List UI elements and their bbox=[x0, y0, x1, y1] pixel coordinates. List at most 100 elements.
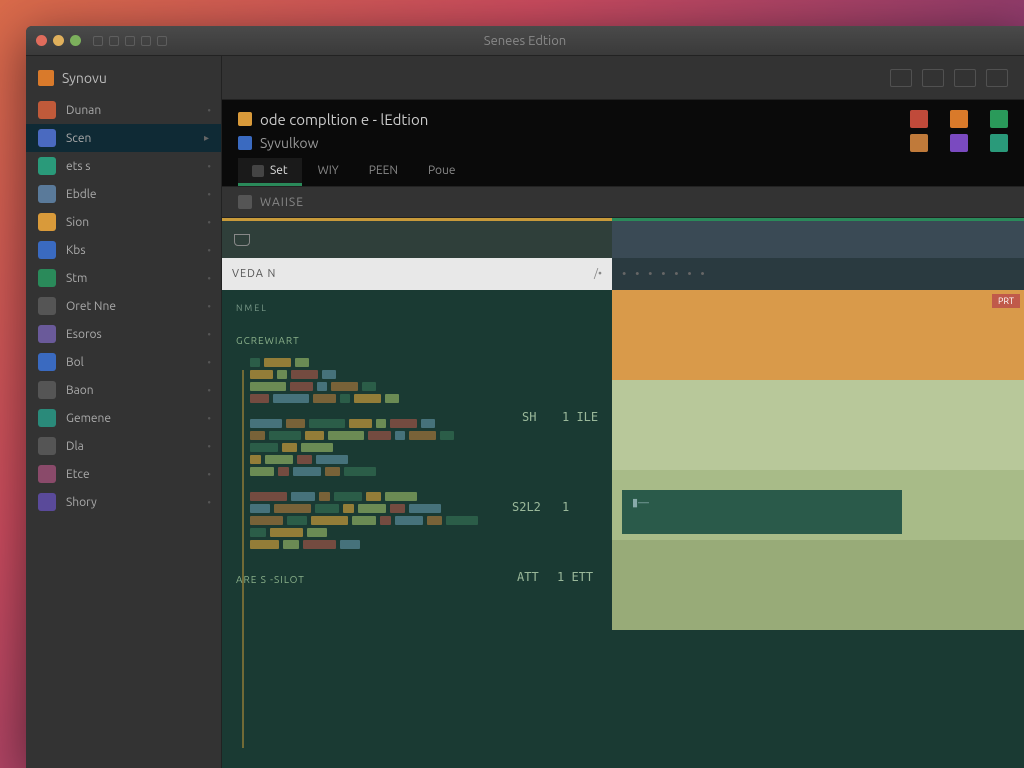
sidebar-item-1[interactable]: Scen ▸ bbox=[26, 124, 221, 152]
sidebar-item-4[interactable]: Sion • bbox=[26, 208, 221, 236]
tab-0[interactable]: Set bbox=[238, 158, 302, 186]
sidebar-glyph: • bbox=[207, 301, 211, 312]
sidebar-glyph: • bbox=[207, 357, 211, 368]
sidebar-label: Stm bbox=[66, 272, 87, 285]
code-line bbox=[250, 443, 598, 452]
brand: Synovu bbox=[26, 64, 221, 96]
cup-icon[interactable] bbox=[234, 234, 250, 246]
window-title: Senees Edtion bbox=[484, 34, 566, 48]
badge-icon-2[interactable] bbox=[950, 110, 968, 128]
sidebar-icon bbox=[38, 101, 56, 119]
sub-header: WAIISE bbox=[222, 187, 1024, 218]
sidebar-item-12[interactable]: Dla • bbox=[26, 432, 221, 460]
code-label-1: NMEL bbox=[236, 300, 598, 317]
preview-body: Fodi horr PRT ▮— SH 1 ILE S2L2 1 AT bbox=[612, 290, 1024, 768]
sidebar-icon bbox=[38, 493, 56, 511]
sidebar-glyph: • bbox=[207, 497, 211, 508]
sidebar-label: Oret Nne bbox=[66, 300, 116, 313]
tab-3[interactable]: Poue bbox=[414, 158, 470, 186]
editor-toolbar bbox=[222, 218, 612, 258]
num-a: SH bbox=[522, 410, 536, 424]
tool-icon-4[interactable] bbox=[986, 69, 1008, 87]
search-input[interactable] bbox=[232, 268, 586, 280]
sidebar-label: Shory bbox=[66, 496, 97, 509]
tab-2[interactable]: PEEN bbox=[355, 158, 412, 186]
code-line bbox=[250, 431, 598, 440]
sidebar-item-9[interactable]: Bol • bbox=[26, 348, 221, 376]
preview-tag: PRT bbox=[992, 294, 1020, 308]
sidebar-icon bbox=[38, 269, 56, 287]
indent-guide bbox=[242, 370, 244, 748]
sidebar-item-11[interactable]: Gemene • bbox=[26, 404, 221, 432]
code-line bbox=[250, 528, 598, 537]
search-chevron-icon[interactable]: /• bbox=[594, 268, 602, 280]
sidebar-icon bbox=[38, 381, 56, 399]
tool-icon-2[interactable] bbox=[922, 69, 944, 87]
tab-icon bbox=[252, 165, 264, 177]
header-icon-1 bbox=[238, 112, 252, 126]
code-line bbox=[250, 504, 598, 513]
sidebar-item-14[interactable]: Shory • bbox=[26, 488, 221, 516]
sidebar-item-5[interactable]: Kbs • bbox=[26, 236, 221, 264]
sidebar-item-7[interactable]: Oret Nne • bbox=[26, 292, 221, 320]
tool-icon-1[interactable] bbox=[890, 69, 912, 87]
sidebar-label: Bol bbox=[66, 356, 84, 369]
sidebar-icon bbox=[38, 213, 56, 231]
titlebar: Senees Edtion bbox=[26, 26, 1024, 56]
traffic-lights bbox=[36, 35, 81, 46]
sidebar: Synovu Dunan • Scen ▸ ets s • Ebdle • bbox=[26, 56, 222, 768]
sidebar-item-8[interactable]: Esoros • bbox=[26, 320, 221, 348]
code-line bbox=[250, 394, 598, 403]
code-line bbox=[250, 358, 598, 367]
preview-dots: • • • • • • • bbox=[622, 268, 708, 281]
sidebar-item-2[interactable]: ets s • bbox=[26, 152, 221, 180]
sidebar-glyph: • bbox=[207, 245, 211, 256]
sidebar-label: Ebdle bbox=[66, 188, 97, 201]
sidebar-item-10[interactable]: Baon • bbox=[26, 376, 221, 404]
sidebar-glyph: • bbox=[207, 329, 211, 340]
preview-search[interactable]: • • • • • • • bbox=[612, 258, 1024, 290]
sidebar-item-6[interactable]: Stm • bbox=[26, 264, 221, 292]
sidebar-label: Dla bbox=[66, 440, 84, 453]
app-window: Senees Edtion Synovu Dunan • Scen ▸ ets … bbox=[26, 26, 1024, 768]
titlebar-mini-icons bbox=[93, 36, 167, 46]
sidebar-glyph: • bbox=[207, 441, 211, 452]
close-icon[interactable] bbox=[36, 35, 47, 46]
sidebar-label: Dunan bbox=[66, 104, 101, 117]
toolbar bbox=[222, 56, 1024, 100]
editor-search: /• bbox=[222, 258, 612, 290]
sub-header-label: WAIISE bbox=[260, 196, 304, 209]
tab-bar: SetWIYPEEN Poue bbox=[238, 158, 1008, 186]
brand-icon bbox=[38, 70, 54, 86]
badge-icon-5[interactable] bbox=[950, 134, 968, 152]
sidebar-label: Esoros bbox=[66, 328, 102, 341]
brand-label: Synovu bbox=[62, 70, 107, 86]
tab-label: Poue bbox=[428, 164, 456, 177]
tab-1[interactable]: WIY bbox=[304, 158, 353, 186]
badge-icon-3[interactable] bbox=[990, 110, 1008, 128]
maximize-icon[interactable] bbox=[70, 35, 81, 46]
sidebar-icon bbox=[38, 129, 56, 147]
code-line bbox=[250, 540, 598, 549]
tool-icon-3[interactable] bbox=[954, 69, 976, 87]
sidebar-item-0[interactable]: Dunan • bbox=[26, 96, 221, 124]
badge-icon-1[interactable] bbox=[910, 110, 928, 128]
code-editor[interactable]: NMEL GCREWIART ARE S -SILOT bbox=[222, 290, 612, 768]
sidebar-icon bbox=[38, 185, 56, 203]
sidebar-item-3[interactable]: Ebdle • bbox=[26, 180, 221, 208]
sidebar-icon bbox=[38, 157, 56, 175]
sidebar-glyph: • bbox=[207, 189, 211, 200]
editor-pane: /• NMEL GCREWIART ARE S -SILOT bbox=[222, 218, 612, 768]
minimize-icon[interactable] bbox=[53, 35, 64, 46]
badge-icon-4[interactable] bbox=[910, 134, 928, 152]
sidebar-icon bbox=[38, 353, 56, 371]
badge-icon-6[interactable] bbox=[990, 134, 1008, 152]
sidebar-label: Etce bbox=[66, 468, 90, 481]
sidebar-item-13[interactable]: Etce • bbox=[26, 460, 221, 488]
sidebar-icon bbox=[38, 325, 56, 343]
sub-header-icon bbox=[238, 195, 252, 209]
block-lg3 bbox=[612, 540, 1024, 630]
header-icon-2 bbox=[238, 136, 252, 150]
sidebar-glyph: • bbox=[207, 161, 211, 172]
sidebar-icon bbox=[38, 437, 56, 455]
